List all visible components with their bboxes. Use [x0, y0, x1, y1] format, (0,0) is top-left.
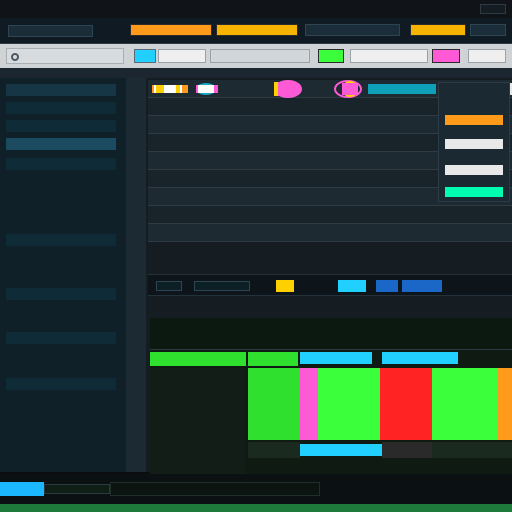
- menu-item-view[interactable]: [305, 24, 400, 36]
- sidebar: [0, 78, 128, 472]
- grid-col-green3: [432, 368, 498, 440]
- header-band: [248, 352, 298, 366]
- header-band: [300, 352, 372, 364]
- toolbar-overflow-button[interactable]: [468, 49, 506, 63]
- menu-item-primary[interactable]: [130, 24, 212, 36]
- window-controls[interactable]: [480, 4, 506, 14]
- toolbar-button-5[interactable]: [432, 49, 460, 63]
- sidebar-item-3[interactable]: [6, 138, 116, 150]
- grid-footer-cell: [248, 442, 300, 458]
- sidebar-item-7[interactable]: [6, 332, 116, 344]
- sidebar-item-4[interactable]: [6, 158, 116, 170]
- sidebar-scrollbar[interactable]: [126, 78, 146, 472]
- divider-chip: [402, 280, 442, 292]
- grid-cell: [156, 446, 240, 455]
- sidebar-item-6[interactable]: [6, 288, 116, 300]
- divider-chip: [276, 280, 294, 292]
- status-chip: [0, 482, 44, 496]
- divider-chip: [338, 280, 366, 292]
- side-panel-item[interactable]: [445, 115, 503, 125]
- sidebar-item-5[interactable]: [6, 234, 116, 246]
- grid-tab-2[interactable]: [246, 329, 296, 339]
- title-bar: [0, 0, 512, 18]
- toolbar: [0, 44, 512, 68]
- grid-cell: [156, 428, 240, 437]
- row-chip: [278, 83, 296, 95]
- sidebar-item-0[interactable]: [6, 84, 116, 96]
- grid-cell: [326, 380, 376, 389]
- grid-footer-cell: [432, 442, 512, 458]
- grid-tab-3[interactable]: [300, 329, 370, 339]
- side-panel: [438, 82, 510, 202]
- status-chip: [44, 484, 110, 494]
- search-input[interactable]: [6, 48, 124, 64]
- grid-cell: [156, 410, 240, 419]
- grid-col-magenta: [300, 368, 318, 440]
- grid-cell: [386, 380, 426, 389]
- grid-footer-cell: [382, 442, 432, 458]
- grid-col-left: [150, 368, 246, 474]
- sidebar-item-8[interactable]: [6, 378, 116, 390]
- divider-chip: [194, 281, 250, 291]
- menu-item-highlight[interactable]: [216, 24, 298, 36]
- menu-item-file[interactable]: [8, 25, 93, 37]
- grid-footer-cell: [300, 444, 382, 456]
- search-icon: [11, 53, 19, 61]
- grid-cell: [156, 392, 240, 401]
- toolbar-button-3[interactable]: [318, 49, 344, 63]
- sidebar-item-1[interactable]: [6, 102, 116, 114]
- grid-col-orange: [498, 368, 512, 440]
- toolbar-button-2[interactable]: [210, 49, 310, 63]
- divider-chip: [376, 280, 398, 292]
- header-band: [382, 352, 458, 364]
- grid-cell: [156, 374, 240, 383]
- table-row[interactable]: [148, 83, 512, 242]
- divider-chip: [156, 281, 182, 291]
- table-row[interactable]: [148, 81, 512, 224]
- grid-tab-4[interactable]: [440, 329, 510, 339]
- grid-col-red: [380, 368, 432, 440]
- toolbar-button-1[interactable]: [158, 49, 206, 63]
- window-title: [6, 4, 146, 14]
- lower-grid: [150, 318, 512, 474]
- grid-col-green: [248, 368, 300, 440]
- section-divider: [148, 274, 512, 296]
- header-band: [150, 352, 246, 366]
- row-tag: [164, 85, 176, 93]
- status-left: [120, 485, 300, 494]
- status-right: [330, 485, 500, 494]
- toolbar-button-4[interactable]: [350, 49, 428, 63]
- status-progress: [0, 504, 512, 512]
- status-bar: [0, 474, 512, 512]
- subtoolbar: [0, 68, 512, 78]
- side-panel-item[interactable]: [445, 165, 503, 175]
- menu-bar: [0, 18, 512, 44]
- grid-col-green2: [318, 368, 380, 440]
- menu-item-tools[interactable]: [410, 24, 466, 36]
- grid-tab-1[interactable]: [160, 329, 220, 339]
- sidebar-item-2[interactable]: [6, 120, 116, 132]
- side-panel-header: [445, 89, 505, 98]
- side-panel-item[interactable]: [445, 187, 503, 197]
- toolbar-button-accent[interactable]: [134, 49, 156, 63]
- menu-item-help[interactable]: [470, 24, 506, 36]
- side-panel-item[interactable]: [445, 139, 503, 149]
- grid-header: [150, 318, 512, 350]
- row-chip: [342, 83, 358, 95]
- grid-cell: [254, 380, 294, 389]
- row-chip: [198, 85, 214, 93]
